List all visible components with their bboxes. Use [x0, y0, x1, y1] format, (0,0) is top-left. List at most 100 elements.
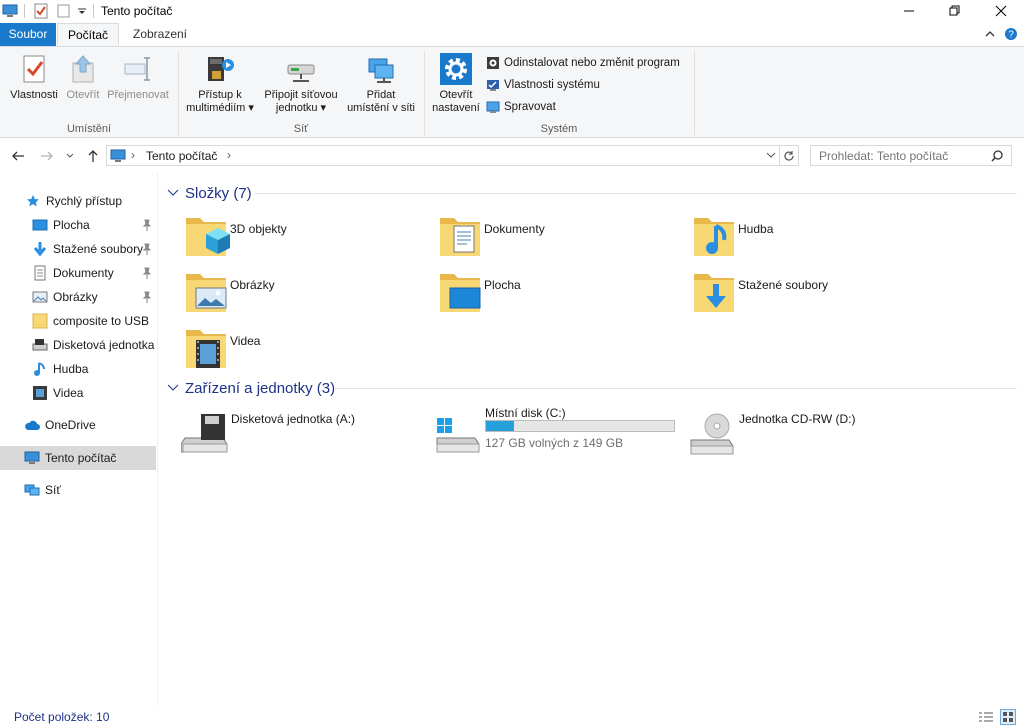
- video-icon: [32, 385, 48, 401]
- sidebar-item-music[interactable]: Hudba: [0, 357, 156, 381]
- desktop-folder-icon: [440, 274, 481, 312]
- new-folder-quick-icon[interactable]: [56, 3, 72, 19]
- drives-header-label: Zařízení a jednotky (3): [185, 379, 336, 397]
- tiles-view-icon[interactable]: [1000, 709, 1016, 725]
- computer-icon: [24, 450, 40, 466]
- pin-icon[interactable]: [142, 267, 152, 279]
- map-network-drive-label-2: jednotku ▾: [275, 102, 327, 114]
- properties-icon: [23, 55, 45, 83]
- folder-tile-downloads[interactable]: Stažené soubory: [690, 268, 930, 320]
- uninstall-program-button[interactable]: Odinstalovat nebo změnit program: [486, 54, 680, 72]
- rename-button[interactable]: Přejmenovat: [104, 53, 172, 102]
- minimize-button[interactable]: [886, 0, 932, 22]
- sidebar-item-desktop[interactable]: Plocha: [0, 213, 156, 237]
- add-network-location-label-2: umístění v síti: [347, 102, 415, 114]
- windows-drive-icon: [436, 418, 480, 453]
- customize-toolbar-chevron-icon[interactable]: [76, 5, 92, 21]
- sidebar-item-label: Dokumenty: [53, 266, 114, 280]
- drive-label: Disketová jednotka (A:): [231, 412, 356, 426]
- open-button[interactable]: Otevřít: [64, 53, 102, 102]
- breadcrumb-separator-icon[interactable]: ›: [131, 148, 135, 162]
- floppy-icon: [32, 337, 48, 353]
- address-dropdown-icon[interactable]: [766, 152, 776, 160]
- sidebar-item-downloads[interactable]: Stažené soubory: [0, 237, 156, 261]
- pin-icon[interactable]: [142, 219, 152, 231]
- uninstall-program-label: Odinstalovat nebo změnit program: [504, 57, 680, 69]
- drive-label: Jednotka CD-RW (D:): [739, 412, 856, 426]
- folder-label: Videa: [230, 334, 261, 348]
- cd-drive-icon: [690, 413, 734, 455]
- refresh-button[interactable]: [779, 145, 799, 166]
- search-box[interactable]: [810, 145, 1012, 166]
- sidebar-item-floppy[interactable]: Disketová jednotka: [0, 333, 156, 357]
- drive-tile-local-disk-c[interactable]: Místní disk (C:) 127 GB volných z 149 GB: [435, 406, 685, 458]
- folder-tile-pictures[interactable]: Obrázky: [182, 268, 422, 320]
- help-icon[interactable]: ?: [1004, 27, 1018, 44]
- drive-tile-floppy[interactable]: Disketová jednotka (A:): [181, 412, 431, 464]
- up-button[interactable]: [84, 147, 102, 165]
- collapse-ribbon-icon[interactable]: [984, 28, 996, 43]
- sidebar-item-pictures[interactable]: Obrázky: [0, 285, 156, 309]
- drive-tile-cd-rw-d[interactable]: Jednotka CD-RW (D:): [689, 412, 939, 464]
- folder-label: Dokumenty: [484, 222, 545, 236]
- sidebar-item-composite-to-usb[interactable]: composite to USB: [0, 309, 156, 333]
- open-label: Otevřít: [66, 89, 100, 101]
- breadcrumb-chevron-icon[interactable]: ›: [227, 148, 231, 162]
- folder-tile-documents[interactable]: Dokumenty: [436, 212, 676, 264]
- add-network-location-button[interactable]: Přidat umístění v síti: [343, 53, 419, 115]
- media-access-button[interactable]: Přístup k multimédiím ▾: [182, 53, 258, 115]
- sidebar-item-documents[interactable]: Dokumenty: [0, 261, 156, 285]
- restore-button[interactable]: [932, 0, 978, 22]
- pin-icon[interactable]: [142, 291, 152, 303]
- open-icon: [72, 55, 94, 83]
- back-button[interactable]: [9, 147, 27, 165]
- content-pane: Složky (7) 3D objekty Dokumenty Hudba Ob…: [159, 173, 1024, 706]
- address-bar[interactable]: › Tento počítač ›: [106, 145, 780, 166]
- open-settings-label-1: Otevřít: [439, 89, 473, 101]
- item-count: Počet položek: 10: [14, 710, 110, 724]
- details-view-icon[interactable]: [978, 710, 994, 727]
- restore-icon: [949, 5, 960, 16]
- search-icon[interactable]: [991, 150, 1003, 162]
- media-server-icon: [208, 57, 234, 81]
- manage-button[interactable]: Spravovat: [486, 98, 556, 116]
- drive-usage-fill: [486, 421, 514, 431]
- tab-view[interactable]: Zobrazení: [124, 23, 196, 46]
- pin-icon[interactable]: [142, 243, 152, 255]
- folder-tile-music[interactable]: Hudba: [690, 212, 930, 264]
- computer-icon: [110, 149, 126, 162]
- system-properties-button[interactable]: Vlastnosti systému: [486, 76, 600, 94]
- open-settings-button[interactable]: Otevřít nastavení: [429, 53, 483, 115]
- properties-label: Vlastnosti: [10, 89, 58, 101]
- properties-button[interactable]: Vlastnosti: [6, 53, 62, 102]
- sidebar-item-quick-access[interactable]: Rychlý přístup: [0, 189, 156, 213]
- videos-folder-icon: [186, 330, 226, 368]
- recent-locations-button[interactable]: [64, 147, 76, 165]
- minimize-icon: [904, 10, 914, 12]
- sidebar-item-this-pc[interactable]: Tento počítač: [0, 446, 156, 470]
- folder-tile-3d-objects[interactable]: 3D objekty: [182, 212, 422, 264]
- desktop-icon: [32, 217, 48, 233]
- properties-quick-icon[interactable]: [33, 3, 49, 19]
- sidebar-item-videos[interactable]: Videa: [0, 381, 156, 405]
- search-input[interactable]: [819, 149, 984, 163]
- tab-computer[interactable]: Počítač: [57, 23, 119, 47]
- folder-tile-videos[interactable]: Videa: [182, 324, 422, 376]
- drives-group-header[interactable]: Zařízení a jednotky (3): [167, 377, 335, 399]
- sidebar-item-label: Disketová jednotka: [53, 338, 155, 352]
- folders-group-header[interactable]: Složky (7): [167, 182, 252, 204]
- folder-label: Plocha: [484, 278, 521, 292]
- system-properties-icon: [487, 80, 499, 91]
- computer-icon[interactable]: [2, 3, 18, 19]
- title-bar: Tento počítač: [0, 0, 1024, 23]
- sidebar-item-onedrive[interactable]: OneDrive: [0, 413, 156, 437]
- music-icon: [32, 361, 48, 377]
- map-network-drive-button[interactable]: Připojit síťovou jednotku ▾: [259, 53, 343, 115]
- forward-button[interactable]: [38, 147, 56, 165]
- breadcrumb-current[interactable]: Tento počítač: [146, 149, 217, 163]
- star-icon: [25, 193, 41, 209]
- close-button[interactable]: [978, 0, 1024, 22]
- sidebar-item-network[interactable]: Síť: [0, 478, 156, 502]
- tab-file[interactable]: Soubor: [0, 23, 56, 46]
- folder-tile-desktop[interactable]: Plocha: [436, 268, 676, 320]
